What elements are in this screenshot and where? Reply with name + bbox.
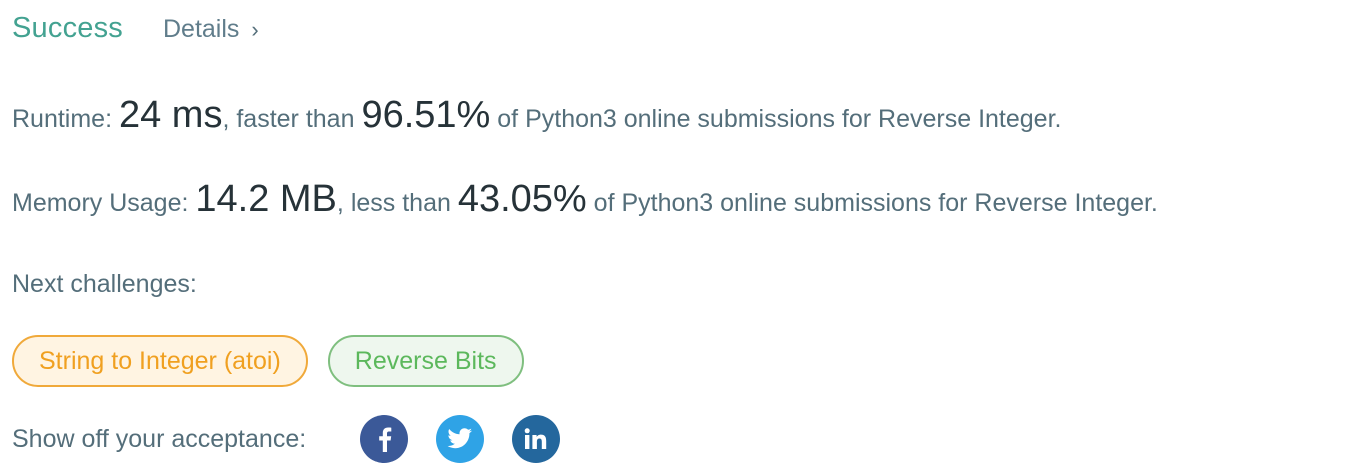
social-share-buttons	[360, 415, 561, 463]
memory-suffix: of Python3 online submissions for Revers…	[586, 189, 1158, 217]
memory-stat: Memory Usage: 14.2 MB, less than 43.05% …	[12, 178, 1158, 221]
next-challenges-list: String to Integer (atoi) Reverse Bits	[12, 335, 524, 387]
share-row: Show off your acceptance:	[12, 415, 561, 463]
runtime-percent: 96.51%	[361, 94, 491, 136]
share-label: Show off your acceptance:	[12, 424, 307, 453]
linkedin-icon[interactable]	[512, 415, 561, 463]
runtime-stat: Runtime: 24 ms, faster than 96.51% of Py…	[12, 94, 1061, 137]
details-label: Details	[163, 15, 240, 43]
runtime-mid: , faster than	[222, 105, 362, 133]
next-challenges-label: Next challenges:	[12, 270, 197, 298]
challenge-chip-string-to-integer[interactable]: String to Integer (atoi)	[12, 335, 308, 387]
challenge-chip-reverse-bits[interactable]: Reverse Bits	[327, 335, 524, 387]
runtime-suffix: of Python3 online submissions for Revers…	[490, 105, 1062, 133]
memory-prefix: Memory Usage:	[12, 189, 196, 217]
facebook-icon[interactable]	[360, 415, 409, 463]
chevron-right-icon: ›	[251, 16, 259, 42]
submission-result: Success Details › Runtime: 24 ms, faster…	[0, 0, 1348, 469]
memory-percent: 43.05%	[457, 178, 587, 220]
status-label: Success	[12, 12, 123, 44]
twitter-icon[interactable]	[436, 415, 485, 463]
result-header: Success Details ›	[12, 12, 259, 45]
memory-value: 14.2 MB	[195, 178, 337, 220]
runtime-value: 24 ms	[118, 94, 223, 136]
runtime-prefix: Runtime:	[12, 105, 119, 133]
details-link[interactable]: Details ›	[163, 15, 259, 44]
memory-mid: , less than	[336, 189, 458, 217]
